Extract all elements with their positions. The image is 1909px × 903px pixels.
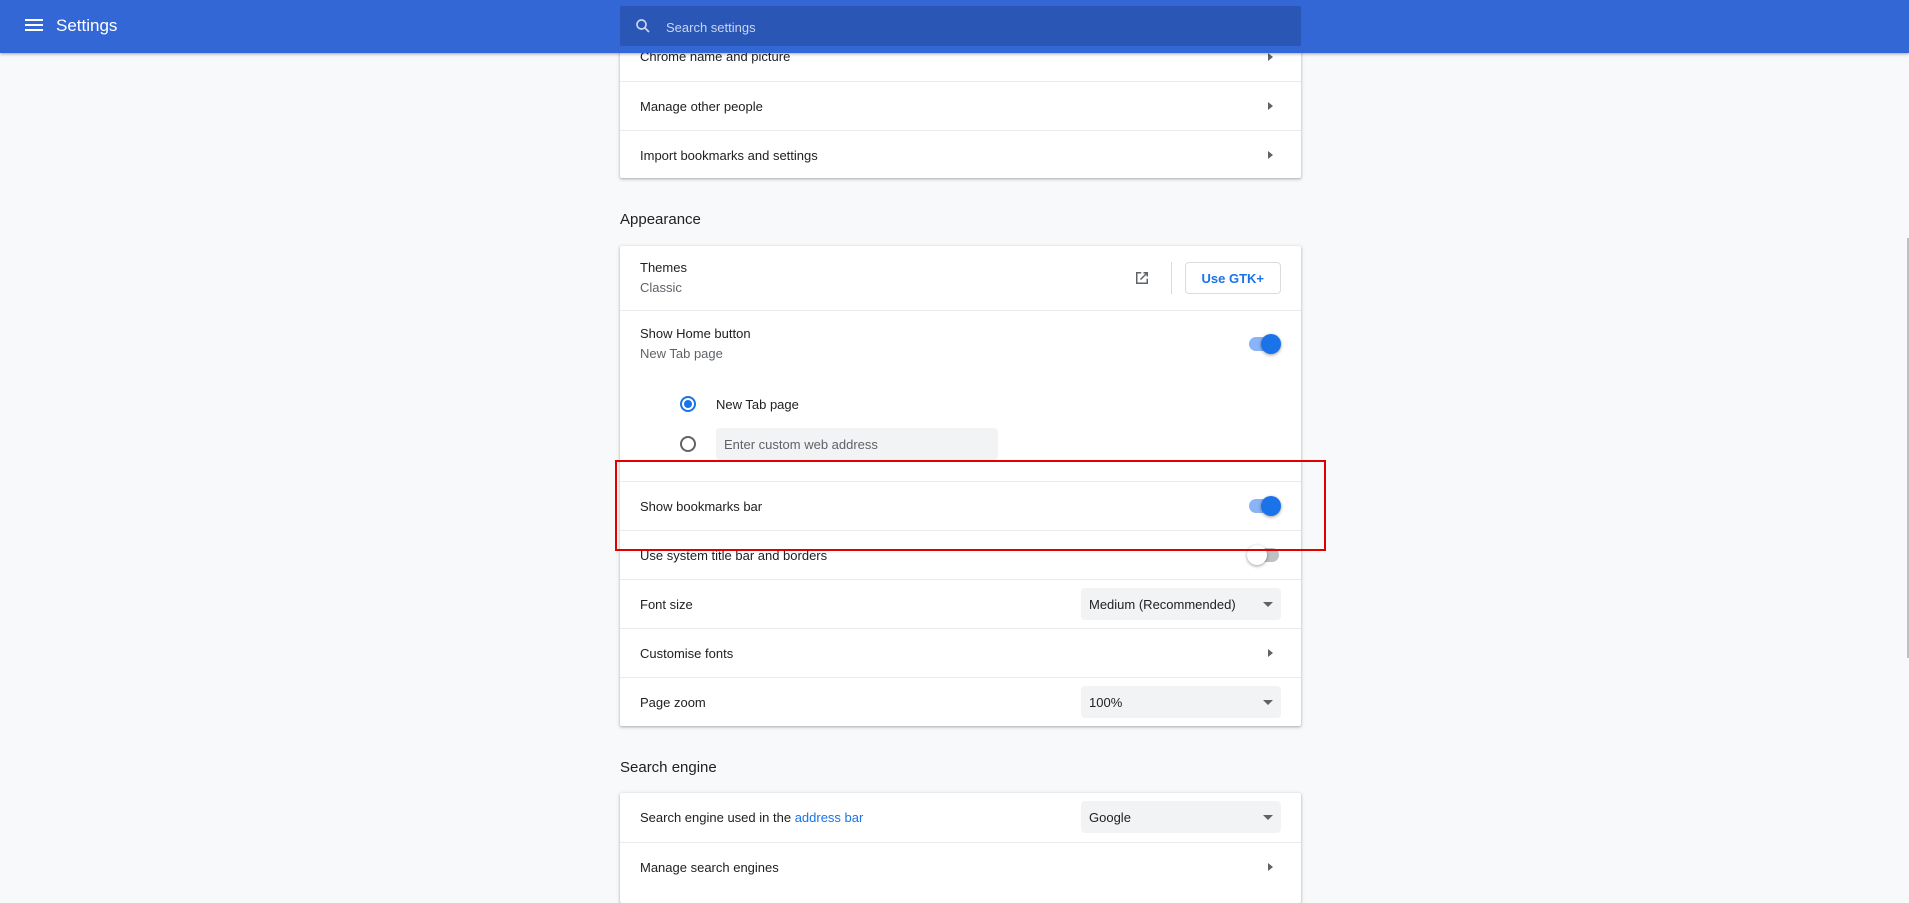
page-zoom-value: 100% xyxy=(1089,695,1123,710)
use-gtk-button[interactable]: Use GTK+ xyxy=(1184,262,1281,294)
custom-address-input[interactable] xyxy=(716,428,998,460)
search-engine-label-text: Search engine used in the xyxy=(640,810,792,825)
customise-fonts-row[interactable]: Customise fonts xyxy=(620,628,1301,677)
themes-row: Themes Classic Use GTK+ xyxy=(620,246,1301,310)
system-title-bar-row[interactable]: Use system title bar and borders xyxy=(620,530,1301,579)
row-label: Manage other people xyxy=(640,99,763,114)
menu-icon[interactable] xyxy=(24,16,44,36)
manage-other-people-row[interactable]: Manage other people xyxy=(620,81,1301,130)
font-size-label: Font size xyxy=(640,597,693,612)
customise-fonts-label: Customise fonts xyxy=(640,646,734,661)
search-icon xyxy=(636,19,650,33)
dropdown-caret-icon xyxy=(1263,602,1273,607)
search-box[interactable] xyxy=(620,6,1301,48)
new-tab-radio[interactable] xyxy=(680,396,696,412)
page-zoom-select[interactable]: 100% xyxy=(1081,686,1281,718)
external-link-icon[interactable] xyxy=(1133,269,1151,287)
page-zoom-label: Page zoom xyxy=(640,695,706,710)
appearance-section-title: Appearance xyxy=(620,211,701,228)
font-size-row: Font size Medium (Recommended) xyxy=(620,579,1301,628)
bookmarks-bar-toggle[interactable] xyxy=(1247,496,1281,516)
top-bar: Settings xyxy=(0,0,1909,53)
show-bookmarks-bar-row[interactable]: Show bookmarks bar xyxy=(620,481,1301,530)
chevron-right-icon xyxy=(1268,649,1273,657)
home-options: New Tab page xyxy=(620,376,1301,476)
search-engine-value: Google xyxy=(1089,810,1131,825)
chevron-right-icon xyxy=(1268,863,1273,871)
row-label: Import bookmarks and settings xyxy=(640,148,818,163)
chevron-right-icon xyxy=(1268,151,1273,159)
themes-value: Classic xyxy=(640,280,682,295)
search-engine-row: Search engine used in the address bar Go… xyxy=(620,793,1301,842)
home-button-label: Show Home button xyxy=(640,326,751,341)
custom-address-radio[interactable] xyxy=(680,436,696,452)
chevron-right-icon xyxy=(1268,53,1273,61)
themes-label: Themes xyxy=(640,260,687,275)
manage-search-engines-label: Manage search engines xyxy=(640,860,779,875)
divider xyxy=(1171,262,1172,294)
address-bar-link[interactable]: address bar xyxy=(795,810,864,825)
appearance-card: Themes Classic Use GTK+ Show Home button… xyxy=(620,246,1301,726)
dropdown-caret-icon xyxy=(1263,700,1273,705)
search-engine-label: Search engine used in the address bar xyxy=(640,810,863,825)
search-engine-select[interactable]: Google xyxy=(1081,801,1281,833)
home-button-toggle[interactable] xyxy=(1247,334,1281,354)
dropdown-caret-icon xyxy=(1263,815,1273,820)
home-button-value: New Tab page xyxy=(640,346,723,361)
font-size-select[interactable]: Medium (Recommended) xyxy=(1081,588,1281,620)
system-title-bar-toggle[interactable] xyxy=(1247,545,1281,565)
import-bookmarks-row[interactable]: Import bookmarks and settings xyxy=(620,130,1301,178)
new-tab-option-label: New Tab page xyxy=(716,397,799,412)
chevron-right-icon xyxy=(1268,102,1273,110)
search-engine-section-title: Search engine xyxy=(620,759,717,776)
search-engine-card: Search engine used in the address bar Go… xyxy=(620,793,1301,903)
page-title: Settings xyxy=(56,16,118,35)
bookmarks-bar-label: Show bookmarks bar xyxy=(640,499,763,514)
manage-search-engines-row[interactable]: Manage search engines xyxy=(620,842,1301,891)
show-home-button-row[interactable]: Show Home button New Tab page xyxy=(620,310,1301,376)
font-size-value: Medium (Recommended) xyxy=(1089,597,1236,612)
search-input[interactable] xyxy=(664,6,1268,48)
page-zoom-row: Page zoom 100% xyxy=(620,677,1301,726)
system-title-bar-label: Use system title bar and borders xyxy=(640,548,828,563)
